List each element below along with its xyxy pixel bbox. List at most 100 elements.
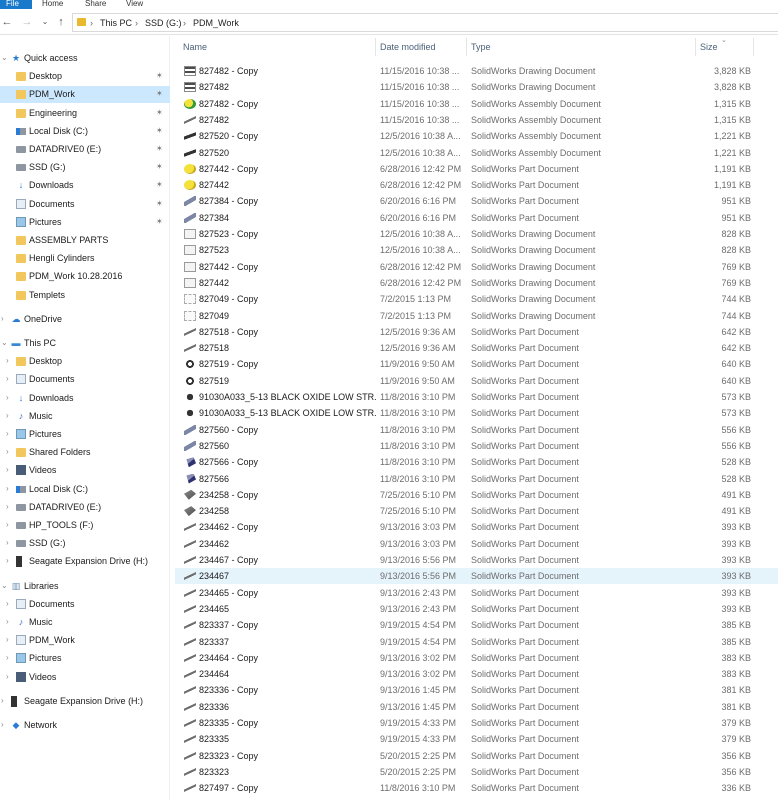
file-row[interactable]: 827520 - Copy 12/5/2016 10:38 A... SolidWo…	[175, 128, 778, 144]
nav-item[interactable]: Templets	[0, 287, 170, 304]
file-row[interactable]: 827560 - Copy 11/8/2016 3:10 PM SolidWorks…	[175, 422, 778, 438]
column-divider[interactable]	[753, 38, 754, 56]
nav-item[interactable]: › Local Disk (C:)	[0, 481, 170, 498]
nav-item[interactable]: › SSD (G:)	[0, 535, 170, 552]
file-row[interactable]: 234467 9/13/2016 5:56 PM SolidWorks Part D…	[175, 568, 778, 585]
chevron-right-icon[interactable]: ›	[6, 617, 14, 627]
tab-file[interactable]: File	[0, 0, 32, 9]
file-row[interactable]: 827566 11/8/2016 3:10 PM SolidWorks Part D…	[175, 471, 778, 487]
column-header-size[interactable]: Size	[700, 40, 718, 54]
chevron-right-icon[interactable]: ›	[6, 429, 14, 439]
nav-item[interactable]: Engineering ✶	[0, 105, 170, 122]
file-row[interactable]: 234465 - Copy 9/13/2016 2:43 PM SolidWorks…	[175, 585, 778, 601]
file-row[interactable]: 827482 11/15/2016 10:38 ... SolidWorks Ass…	[175, 112, 778, 128]
chevron-right-icon[interactable]: ›	[6, 520, 14, 530]
nav-item[interactable]: Local Disk (C:) ✶	[0, 123, 170, 140]
chevron-right-icon[interactable]: ›	[6, 484, 14, 494]
column-header-name[interactable]: Name	[183, 40, 207, 54]
file-row[interactable]: 234462 9/13/2016 3:03 PM SolidWorks Part D…	[175, 536, 778, 552]
file-row[interactable]: 827482 - Copy 11/15/2016 10:38 ... SolidWo…	[175, 96, 778, 112]
nav-item[interactable]: › ☁ OneDrive	[0, 311, 170, 328]
column-header-date[interactable]: Date modified	[380, 40, 436, 54]
file-row[interactable]: 827560 11/8/2016 3:10 PM SolidWorks Part D…	[175, 438, 778, 454]
recent-locations-chevron-icon[interactable]: ⌄	[38, 15, 52, 29]
file-row[interactable]: 234258 7/25/2016 5:10 PM SolidWorks Part D…	[175, 503, 778, 519]
nav-item[interactable]: ASSEMBLY PARTS	[0, 232, 170, 249]
nav-item[interactable]: PDM_Work 10.28.2016	[0, 268, 170, 285]
file-row[interactable]: 823323 5/20/2015 2:25 PM SolidWorks Part D…	[175, 764, 778, 780]
column-divider[interactable]	[695, 38, 696, 56]
file-row[interactable]: 827384 - Copy 6/20/2016 6:16 PM SolidWorks…	[175, 193, 778, 209]
column-divider[interactable]	[466, 38, 467, 56]
file-row[interactable]: 827523 12/5/2016 10:38 A... SolidWorks Dra…	[175, 242, 778, 258]
file-row[interactable]: 234258 - Copy 7/25/2016 5:10 PM SolidWorks…	[175, 487, 778, 503]
chevron-right-icon[interactable]: ›	[6, 393, 14, 403]
file-row[interactable]: 827384 6/20/2016 6:16 PM SolidWorks Part D…	[175, 210, 778, 226]
nav-item[interactable]: › HP_TOOLS (F:)	[0, 517, 170, 534]
chevron-right-icon[interactable]: ›	[1, 696, 9, 706]
pin-icon[interactable]: ✶	[156, 162, 163, 172]
column-divider[interactable]	[375, 38, 376, 56]
nav-item[interactable]: › Documents	[0, 596, 170, 613]
file-row[interactable]: 827049 7/2/2015 1:13 PM SolidWorks Drawing…	[175, 308, 778, 324]
chevron-right-icon[interactable]: ›	[6, 356, 14, 366]
nav-item[interactable]: SSD (G:) ✶	[0, 159, 170, 176]
file-row[interactable]: 234464 9/13/2016 3:02 PM SolidWorks Part D…	[175, 666, 778, 682]
nav-item[interactable]: › ◆ Network	[0, 717, 170, 734]
nav-item[interactable]: › PDM_Work	[0, 632, 170, 649]
nav-item[interactable]: › Pictures	[0, 650, 170, 667]
up-arrow-icon[interactable]: ↑	[54, 15, 68, 29]
nav-item[interactable]: PDM_Work ✶	[0, 86, 170, 104]
chevron-right-icon[interactable]: ›	[6, 556, 14, 566]
file-row[interactable]: 234467 - Copy 9/13/2016 5:56 PM SolidWorks…	[175, 552, 778, 568]
chevron-right-icon[interactable]: ›	[1, 314, 9, 324]
nav-item[interactable]: › ♪ Music	[0, 408, 170, 425]
nav-item[interactable]: ↓ Downloads ✶	[0, 177, 170, 194]
nav-item[interactable]: Hengli Cylinders	[0, 250, 170, 267]
file-row[interactable]: 827442 6/28/2016 12:42 PM SolidWorks Drawi…	[175, 275, 778, 291]
nav-item[interactable]: › Seagate Expansion Drive (H:)	[0, 553, 170, 570]
address-bar[interactable]: › This PC › SSD (G:) › PDM_Work	[72, 13, 778, 32]
pin-icon[interactable]: ✶	[156, 89, 163, 99]
pin-icon[interactable]: ✶	[156, 108, 163, 118]
nav-item[interactable]: › Documents	[0, 371, 170, 388]
nav-item[interactable]: › Videos	[0, 669, 170, 686]
file-row[interactable]: 827518 12/5/2016 9:36 AM SolidWorks Part D…	[175, 340, 778, 356]
breadcrumb-pdm-work[interactable]: PDM_Work	[193, 17, 239, 29]
file-row[interactable]: 827519 11/9/2016 9:50 AM SolidWorks Part D…	[175, 373, 778, 389]
file-row[interactable]: 827566 - Copy 11/8/2016 3:10 PM SolidWorks…	[175, 454, 778, 470]
file-row[interactable]: 827520 12/5/2016 10:38 A... SolidWorks Ass…	[175, 145, 778, 161]
nav-item[interactable]: Pictures ✶	[0, 214, 170, 231]
chevron-down-icon[interactable]: ⌄	[1, 53, 9, 63]
chevron-right-icon[interactable]: ›	[6, 374, 14, 384]
chevron-right-icon[interactable]: ›	[6, 672, 14, 682]
file-row[interactable]: 827482 11/15/2016 10:38 ... SolidWorks Dra…	[175, 79, 778, 95]
chevron-right-icon[interactable]: ›	[1, 720, 9, 730]
nav-item[interactable]: Desktop ✶	[0, 68, 170, 85]
chevron-right-icon[interactable]: ›	[6, 599, 14, 609]
pin-icon[interactable]: ✶	[156, 180, 163, 190]
file-row[interactable]: 827442 6/28/2016 12:42 PM SolidWorks Part …	[175, 177, 778, 193]
nav-item[interactable]: › Desktop	[0, 353, 170, 370]
file-row[interactable]: 234465 9/13/2016 2:43 PM SolidWorks Part D…	[175, 601, 778, 617]
nav-item[interactable]: DATADRIVE0 (E:) ✶	[0, 141, 170, 158]
back-arrow-icon[interactable]: ←	[0, 15, 14, 29]
nav-item[interactable]: › Seagate Expansion Drive (H:)	[0, 693, 170, 710]
tab-view[interactable]: View	[126, 0, 143, 9]
chevron-right-icon[interactable]: ›	[6, 653, 14, 663]
pin-icon[interactable]: ✶	[156, 71, 163, 81]
file-row[interactable]: 91030A033_5-13 BLACK OXIDE LOW STR... 11/…	[175, 389, 778, 405]
pin-icon[interactable]: ✶	[156, 199, 163, 209]
column-header-type[interactable]: Type	[471, 40, 491, 54]
chevron-right-icon[interactable]: ›	[6, 502, 14, 512]
chevron-right-icon[interactable]: ›	[6, 538, 14, 548]
file-row[interactable]: 827442 - Copy 6/28/2016 12:42 PM SolidWork…	[175, 161, 778, 177]
file-row[interactable]: 823337 - Copy 9/19/2015 4:54 PM SolidWorks…	[175, 617, 778, 633]
file-row[interactable]: 827442 - Copy 6/28/2016 12:42 PM SolidWork…	[175, 259, 778, 275]
chevron-right-icon[interactable]: ›	[6, 411, 14, 421]
file-row[interactable]: 827497 - Copy 11/8/2016 3:10 PM SolidWorks…	[175, 780, 778, 796]
chevron-down-icon[interactable]: ⌄	[1, 581, 9, 591]
file-row[interactable]: 823335 9/19/2015 4:33 PM SolidWorks Part D…	[175, 731, 778, 747]
chevron-down-icon[interactable]: ⌄	[1, 338, 9, 348]
file-row[interactable]: 827523 - Copy 12/5/2016 10:38 A... SolidWo…	[175, 226, 778, 242]
